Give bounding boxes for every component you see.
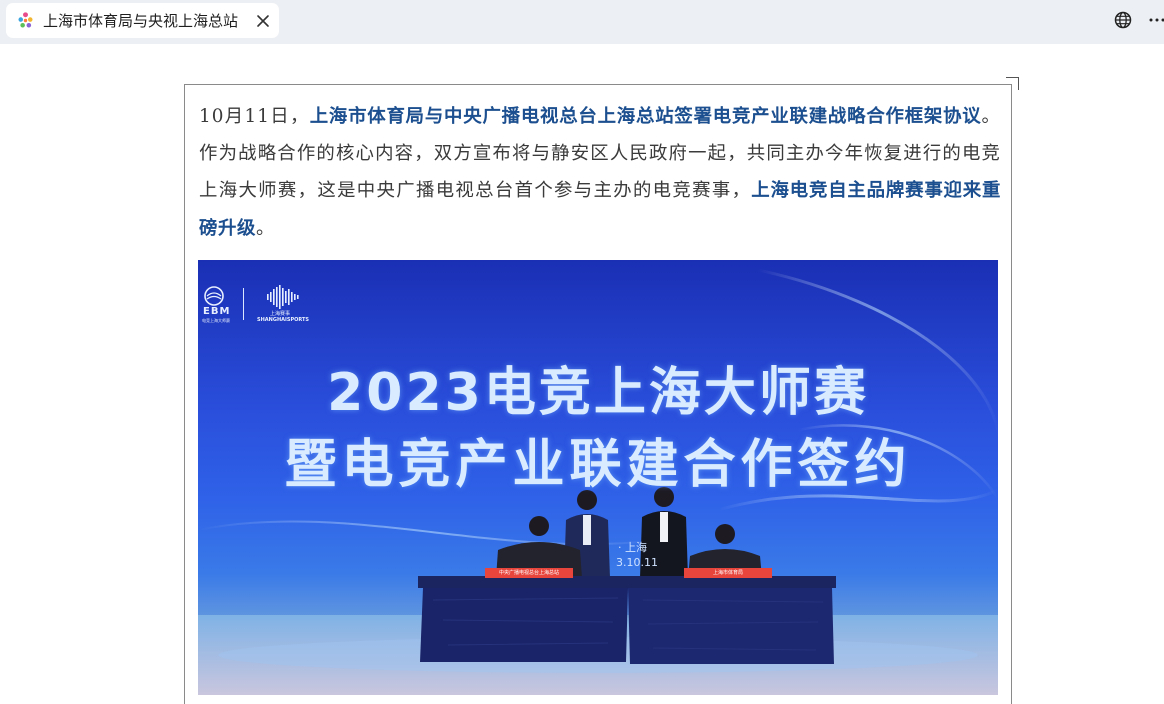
browser-toolbar: 上海市体育局与央视上海总站 bbox=[0, 0, 1164, 44]
name-sign-left: 中央广播电视总台上海总站 bbox=[485, 568, 573, 578]
name-sign-right: 上海市体育局 bbox=[684, 568, 772, 578]
article-date: 10月11日， bbox=[199, 106, 310, 127]
sports-logo-en: SHANGHAISPORTS bbox=[257, 317, 310, 323]
close-icon[interactable] bbox=[252, 10, 274, 32]
ebm-logo-text: EBM bbox=[203, 306, 231, 317]
highlight-agreement: 上海市体育局与中央广播电视总台上海总站签署电竞产业联建战略合作框架协议 bbox=[309, 106, 982, 127]
globe-icon[interactable] bbox=[1112, 9, 1134, 31]
sports-logo-cn: 上海赛事 bbox=[270, 311, 291, 317]
backdrop-headline-1: 2023电竞上海大师赛 bbox=[327, 363, 869, 423]
article-paragraph: 10月11日，上海市体育局与中央广播电视总台上海总站签署电竞产业联建战略合作框架… bbox=[199, 98, 1001, 247]
backdrop-date-text: 3.10.11 bbox=[616, 556, 658, 569]
backdrop-location-text: · 上海 bbox=[618, 541, 647, 554]
article-period: 。 bbox=[255, 217, 276, 239]
tab-title: 上海市体育局与央视上海总站 bbox=[43, 12, 239, 30]
backdrop-headline-2: 暨电竞产业联建合作签约 bbox=[284, 435, 912, 495]
ebm-logo-subtext: 电竞上海大师赛 bbox=[202, 318, 230, 323]
site-favicon-icon bbox=[18, 12, 33, 28]
article-photo: EBM 电竞上海大师赛 上海赛事 SHANGHAISPORTS 2023电竞上海… bbox=[198, 260, 998, 695]
browser-tab[interactable]: 上海市体育局与央视上海总站 bbox=[6, 3, 279, 38]
more-icon[interactable] bbox=[1148, 9, 1164, 31]
